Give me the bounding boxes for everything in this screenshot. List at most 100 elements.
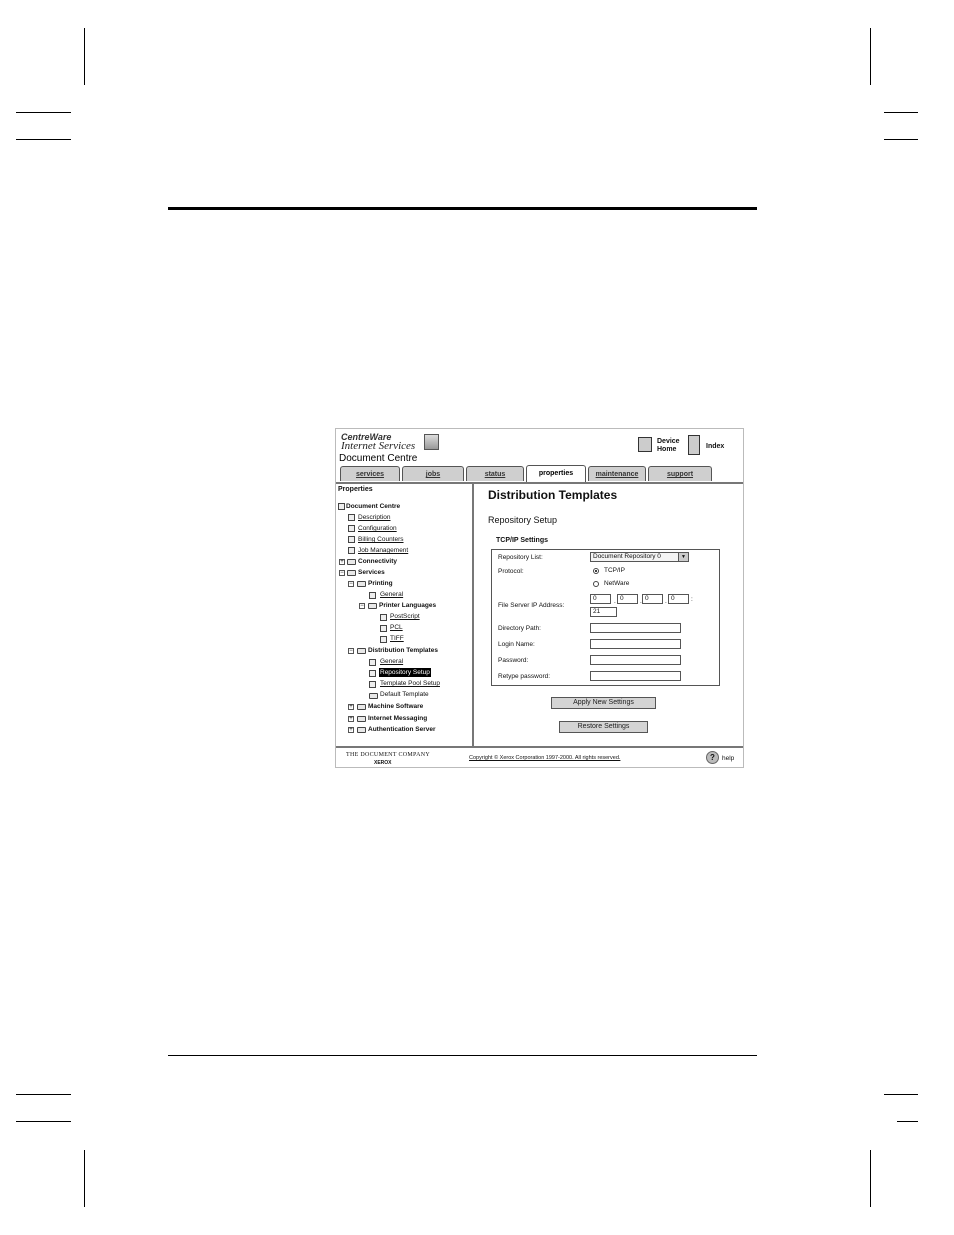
expand-icon[interactable]: + bbox=[348, 716, 354, 722]
tree-item-description[interactable]: Description bbox=[358, 513, 391, 522]
tab-maintenance[interactable]: maintenance bbox=[588, 466, 646, 481]
page-icon bbox=[369, 681, 376, 688]
directory-path-field[interactable] bbox=[590, 623, 681, 633]
crop-mark bbox=[870, 1150, 871, 1207]
password-label: Password: bbox=[498, 657, 529, 664]
tree-item-postscript[interactable]: PostScript bbox=[390, 612, 420, 621]
crop-mark bbox=[870, 28, 871, 85]
expand-icon[interactable]: + bbox=[348, 704, 354, 710]
ip-dot: . bbox=[665, 598, 667, 605]
crop-mark bbox=[884, 139, 918, 140]
tree-item-printing-general[interactable]: General bbox=[380, 590, 403, 599]
printer-icon bbox=[338, 503, 345, 510]
tcpip-settings-box: Repository List: Document Repository 0 ▼… bbox=[491, 549, 720, 686]
collapse-icon[interactable]: − bbox=[348, 648, 354, 654]
tab-properties[interactable]: properties bbox=[526, 465, 586, 482]
index-link[interactable]: Index bbox=[706, 443, 724, 451]
page-icon bbox=[380, 614, 387, 621]
tab-status[interactable]: status bbox=[466, 466, 524, 481]
login-name-label: Login Name: bbox=[498, 641, 535, 648]
ip-octet-3[interactable]: 0 bbox=[642, 594, 663, 604]
tree-item-default-template[interactable]: Default Template bbox=[380, 690, 429, 699]
tree-item-distribution-general[interactable]: General bbox=[380, 657, 403, 666]
folder-icon bbox=[357, 581, 366, 587]
collapse-icon[interactable]: − bbox=[339, 570, 345, 576]
folder-icon bbox=[357, 704, 366, 710]
ip-octet-1[interactable]: 0 bbox=[590, 594, 611, 604]
index-icon[interactable] bbox=[688, 435, 700, 455]
protocol-label: Protocol: bbox=[498, 568, 524, 575]
tree-item-machine-software[interactable]: Machine Software bbox=[368, 702, 423, 711]
tree-item-billing-counters[interactable]: Billing Counters bbox=[358, 535, 404, 544]
tree-item-document-centre[interactable]: Document Centre bbox=[346, 502, 400, 511]
collapse-icon[interactable]: − bbox=[359, 603, 365, 609]
expand-icon[interactable]: + bbox=[339, 559, 345, 565]
copyright-link[interactable]: Copyright © Xerox Corporation 1997-2000.… bbox=[469, 755, 620, 761]
tree-item-services[interactable]: Services bbox=[358, 568, 385, 577]
tree-item-job-management[interactable]: Job Management bbox=[358, 546, 408, 555]
tree-item-printer-languages[interactable]: Printer Languages bbox=[379, 601, 436, 610]
folder-icon bbox=[357, 716, 366, 722]
device-home-link[interactable]: Device Home bbox=[657, 438, 680, 454]
tab-services[interactable]: services bbox=[340, 466, 400, 481]
retype-password-field[interactable] bbox=[590, 671, 681, 681]
pane-divider bbox=[472, 484, 474, 746]
page-icon bbox=[348, 514, 355, 521]
port-colon: : bbox=[691, 596, 693, 603]
tab-underline bbox=[336, 482, 743, 484]
tree-item-authentication-server[interactable]: Authentication Server bbox=[368, 725, 436, 734]
radio-tcpip[interactable] bbox=[593, 568, 599, 574]
folder-icon bbox=[347, 559, 356, 565]
crop-mark bbox=[16, 139, 71, 140]
expand-icon[interactable]: + bbox=[348, 727, 354, 733]
product-name: Document Centre bbox=[339, 453, 418, 464]
crop-mark bbox=[84, 1150, 85, 1207]
ip-octet-2[interactable]: 0 bbox=[617, 594, 638, 604]
device-home-icon[interactable] bbox=[638, 437, 652, 452]
help-icon[interactable]: ? bbox=[706, 751, 719, 764]
page-icon bbox=[348, 525, 355, 532]
tab-jobs[interactable]: jobs bbox=[402, 466, 464, 481]
radio-netware-label: NetWare bbox=[604, 580, 630, 587]
page-icon bbox=[369, 592, 376, 599]
crop-mark bbox=[84, 28, 85, 85]
page-icon bbox=[369, 670, 376, 677]
ip-dot: . bbox=[614, 598, 616, 605]
folder-icon bbox=[357, 648, 366, 654]
page-icon bbox=[380, 636, 387, 643]
password-field[interactable] bbox=[590, 655, 681, 665]
properties-tree: Properties Document Centre Description C… bbox=[336, 485, 471, 746]
tree-item-internet-messaging[interactable]: Internet Messaging bbox=[368, 714, 427, 723]
page-title: Distribution Templates bbox=[488, 488, 618, 502]
login-name-field[interactable] bbox=[590, 639, 681, 649]
tree-item-printing[interactable]: Printing bbox=[368, 579, 393, 588]
xerox-logo: XEROX bbox=[374, 760, 392, 766]
ip-octet-4[interactable]: 0 bbox=[668, 594, 689, 604]
collapse-icon[interactable]: − bbox=[348, 581, 354, 587]
tree-item-connectivity[interactable]: Connectivity bbox=[358, 557, 397, 566]
crop-mark bbox=[16, 1094, 71, 1095]
crop-mark bbox=[16, 112, 71, 113]
settings-pane: Distribution Templates Repository Setup … bbox=[476, 485, 743, 746]
tree-item-pcl[interactable]: PCL bbox=[390, 623, 403, 632]
help-link[interactable]: help bbox=[722, 755, 734, 762]
template-icon bbox=[369, 693, 378, 699]
radio-tcpip-label: TCP/IP bbox=[604, 567, 625, 574]
port-field[interactable]: 21 bbox=[590, 607, 617, 617]
tree-item-tiff[interactable]: TIFF bbox=[390, 634, 404, 643]
tree-item-template-pool-setup[interactable]: Template Pool Setup bbox=[380, 679, 440, 688]
tree-item-configuration[interactable]: Configuration bbox=[358, 524, 397, 533]
footer-divider bbox=[336, 746, 743, 748]
tree-item-distribution-templates[interactable]: Distribution Templates bbox=[368, 646, 438, 655]
radio-netware[interactable] bbox=[593, 581, 599, 587]
folder-icon bbox=[347, 570, 356, 576]
repository-list-select[interactable]: Document Repository 0 ▼ bbox=[590, 552, 689, 562]
apply-new-settings-button[interactable]: Apply New Settings bbox=[551, 697, 656, 709]
company-tagline: THE DOCUMENT COMPANY bbox=[346, 752, 431, 758]
crop-mark bbox=[884, 112, 918, 113]
folder-icon bbox=[368, 603, 377, 609]
browser-screenshot: CentreWare Internet Services Document Ce… bbox=[335, 428, 744, 768]
tree-item-repository-setup[interactable]: Repository Setup bbox=[379, 668, 431, 677]
tab-support[interactable]: support bbox=[648, 466, 712, 481]
restore-settings-button[interactable]: Restore Settings bbox=[559, 721, 648, 733]
